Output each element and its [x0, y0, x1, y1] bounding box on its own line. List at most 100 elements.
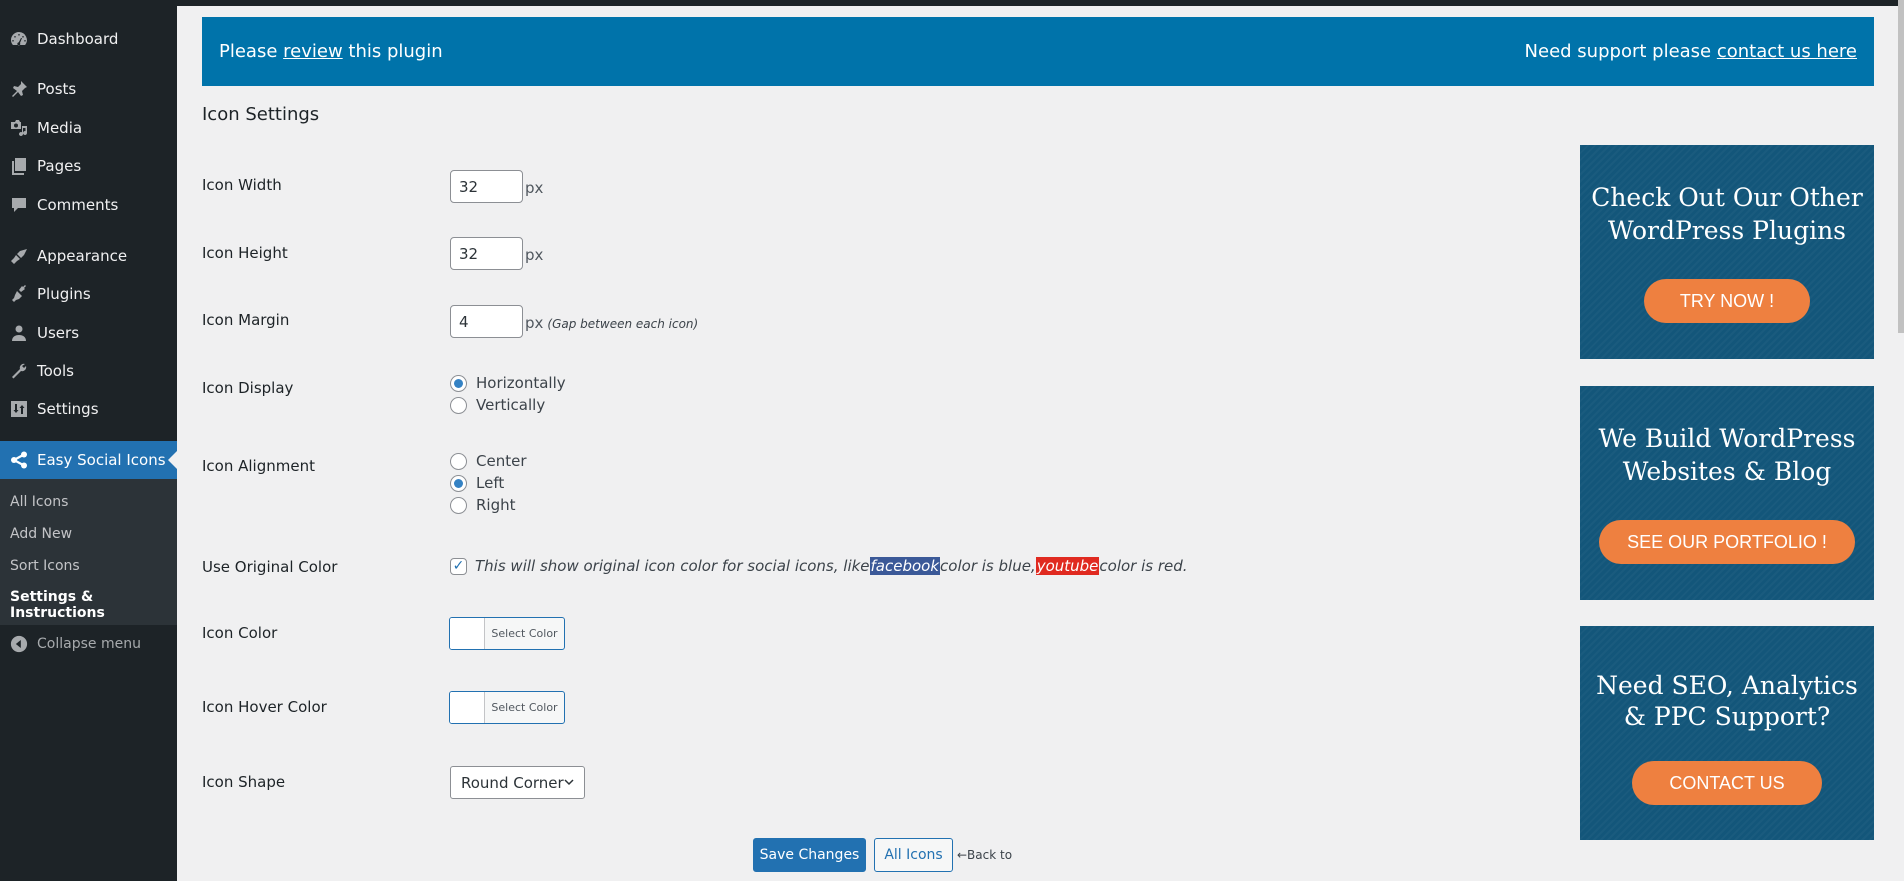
- radio-button[interactable]: [450, 452, 467, 470]
- sidebar-item-pages[interactable]: Pages: [0, 148, 177, 184]
- sidebar-item-users[interactable]: Users: [0, 315, 177, 351]
- sidebar-item-settings[interactable]: Settings: [0, 391, 177, 427]
- radio-button[interactable]: [450, 396, 467, 414]
- radio-label: Right: [476, 496, 516, 514]
- see-portfolio-button[interactable]: SEE OUR PORTFOLIO !: [1599, 520, 1855, 564]
- collapse-label: Collapse menu: [37, 636, 141, 652]
- save-changes-button[interactable]: Save Changes: [753, 838, 866, 872]
- ad-title: We Build WordPress Websites & Blog: [1580, 422, 1874, 488]
- page-title: Icon Settings: [202, 104, 320, 125]
- icon-height-unit: px: [525, 246, 544, 264]
- user-icon: [0, 323, 37, 343]
- admin-top-bar: [0, 0, 1898, 6]
- facebook-tag: facebook: [869, 557, 941, 575]
- radio-vertically[interactable]: Vertically: [450, 396, 545, 414]
- icon-color-picker[interactable]: Select Color: [449, 617, 565, 650]
- collapse-icon: [0, 635, 37, 653]
- color-swatch: [450, 618, 485, 649]
- sidebar-item-label: Media: [37, 119, 83, 137]
- pages-icon: [0, 156, 37, 176]
- paintbrush-icon: [0, 246, 37, 266]
- collapse-menu-button[interactable]: Collapse menu: [0, 630, 177, 658]
- scrollbar-thumb[interactable]: [1898, 0, 1904, 333]
- sidebar-item-media[interactable]: Media: [0, 110, 177, 146]
- radio-label: Left: [476, 474, 505, 492]
- color-swatch: [450, 692, 485, 723]
- radio-button[interactable]: [450, 474, 467, 492]
- sliders-icon: [0, 399, 37, 419]
- icon-margin-hint: (Gap between each icon): [547, 317, 699, 331]
- support-notice: Need support please contact us here: [1525, 41, 1857, 62]
- pin-icon: [0, 79, 37, 99]
- ad-title-line: & PPC Support?: [1623, 702, 1831, 731]
- radio-center[interactable]: Center: [450, 452, 527, 470]
- sidebar-item-appearance[interactable]: Appearance: [0, 238, 177, 274]
- sidebar-item-label: Easy Social Icons: [37, 451, 166, 469]
- original-color-text-middle: color is blue,: [940, 557, 1036, 575]
- original-color-checkbox[interactable]: ✓: [450, 557, 467, 575]
- review-prefix: Please: [219, 41, 284, 62]
- review-suffix: this plugin: [342, 41, 443, 62]
- icon-margin-label: Icon Margin: [202, 311, 290, 329]
- sidebar-item-dashboard[interactable]: Dashboard: [0, 21, 177, 57]
- ad-seo-support[interactable]: Need SEO, Analytics & PPC Support? CONTAC…: [1580, 626, 1874, 840]
- sidebar-item-tools[interactable]: Tools: [0, 353, 177, 389]
- icon-hover-color-picker[interactable]: Select Color: [449, 691, 565, 724]
- icon-height-label: Icon Height: [202, 244, 288, 262]
- icon-width-label: Icon Width: [202, 176, 282, 194]
- radio-button[interactable]: [450, 496, 467, 514]
- wrench-icon: [0, 361, 37, 381]
- sidebar-item-label: Settings: [37, 400, 99, 418]
- sidebar-item-comments[interactable]: Comments: [0, 187, 177, 223]
- support-prefix: Need support please: [1524, 41, 1717, 62]
- ad-title-line: Websites & Blog: [1622, 457, 1832, 486]
- ad-title: Check Out Our Other WordPress Plugins: [1580, 181, 1874, 247]
- sidebar-item-label: Users: [37, 324, 80, 342]
- submenu-item-settings-instructions[interactable]: Settings & Instructions: [10, 589, 177, 621]
- radio-right[interactable]: Right: [450, 496, 516, 514]
- sidebar-item-plugins[interactable]: Plugins: [0, 276, 177, 312]
- dashboard-icon: [0, 29, 37, 49]
- page-scrollbar[interactable]: [1898, 0, 1904, 881]
- ad-other-plugins[interactable]: Check Out Our Other WordPress Plugins TRY…: [1580, 145, 1874, 359]
- media-icon: [0, 118, 37, 138]
- ad-title-line: WordPress Plugins: [1607, 216, 1847, 245]
- icon-display-label: Icon Display: [202, 379, 294, 397]
- icon-hover-color-label: Icon Hover Color: [202, 698, 327, 716]
- submenu-item-add-new[interactable]: Add New: [10, 526, 72, 542]
- try-now-button[interactable]: TRY NOW !: [1644, 279, 1810, 323]
- icon-shape-label: Icon Shape: [202, 773, 286, 791]
- submenu-item-sort-icons[interactable]: Sort Icons: [10, 558, 80, 574]
- sidebar-submenu: All Icons Add New Sort Icons Settings & …: [0, 479, 177, 625]
- admin-sidebar: Dashboard Posts Media Pages Comments App…: [0, 0, 177, 881]
- all-icons-button[interactable]: All Icons: [874, 838, 953, 872]
- sidebar-item-posts[interactable]: Posts: [0, 71, 177, 107]
- ad-title-line: Check Out Our Other: [1591, 183, 1863, 212]
- icon-width-unit: px: [525, 179, 544, 197]
- sidebar-item-label: Tools: [37, 362, 74, 380]
- sidebar-item-label: Pages: [37, 157, 82, 175]
- sidebar-item-label: Posts: [37, 80, 77, 98]
- chevron-down-icon: [564, 779, 574, 786]
- contact-us-link[interactable]: contact us here: [1717, 41, 1857, 62]
- back-to-text: ←Back to: [957, 848, 1013, 862]
- radio-horizontally[interactable]: Horizontally: [450, 374, 566, 392]
- icon-margin-unit-row: px (Gap between each icon): [525, 314, 698, 332]
- sidebar-item-easy-social-icons[interactable]: Easy Social Icons: [0, 441, 177, 479]
- review-link[interactable]: review: [283, 41, 343, 62]
- submenu-item-all-icons[interactable]: All Icons: [10, 494, 68, 510]
- icon-height-input[interactable]: [450, 237, 523, 270]
- icon-shape-select[interactable]: Round Corner: [450, 766, 585, 799]
- icon-width-input[interactable]: [450, 170, 523, 203]
- ad-portfolio[interactable]: We Build WordPress Websites & Blog SEE OU…: [1580, 386, 1874, 600]
- contact-us-button[interactable]: CONTACT US: [1632, 761, 1822, 805]
- original-color-row: ✓ This will show original icon color for…: [450, 557, 1188, 575]
- radio-left[interactable]: Left: [450, 474, 504, 492]
- original-color-text: This will show original icon color for s…: [475, 557, 870, 575]
- original-color-text-end: color is red.: [1099, 557, 1188, 575]
- radio-button[interactable]: [450, 374, 467, 392]
- icon-margin-input[interactable]: [450, 305, 523, 338]
- ad-title-line: We Build WordPress: [1598, 424, 1856, 453]
- sidebar-item-label: Comments: [37, 196, 119, 214]
- sidebar-item-label: Dashboard: [37, 30, 119, 48]
